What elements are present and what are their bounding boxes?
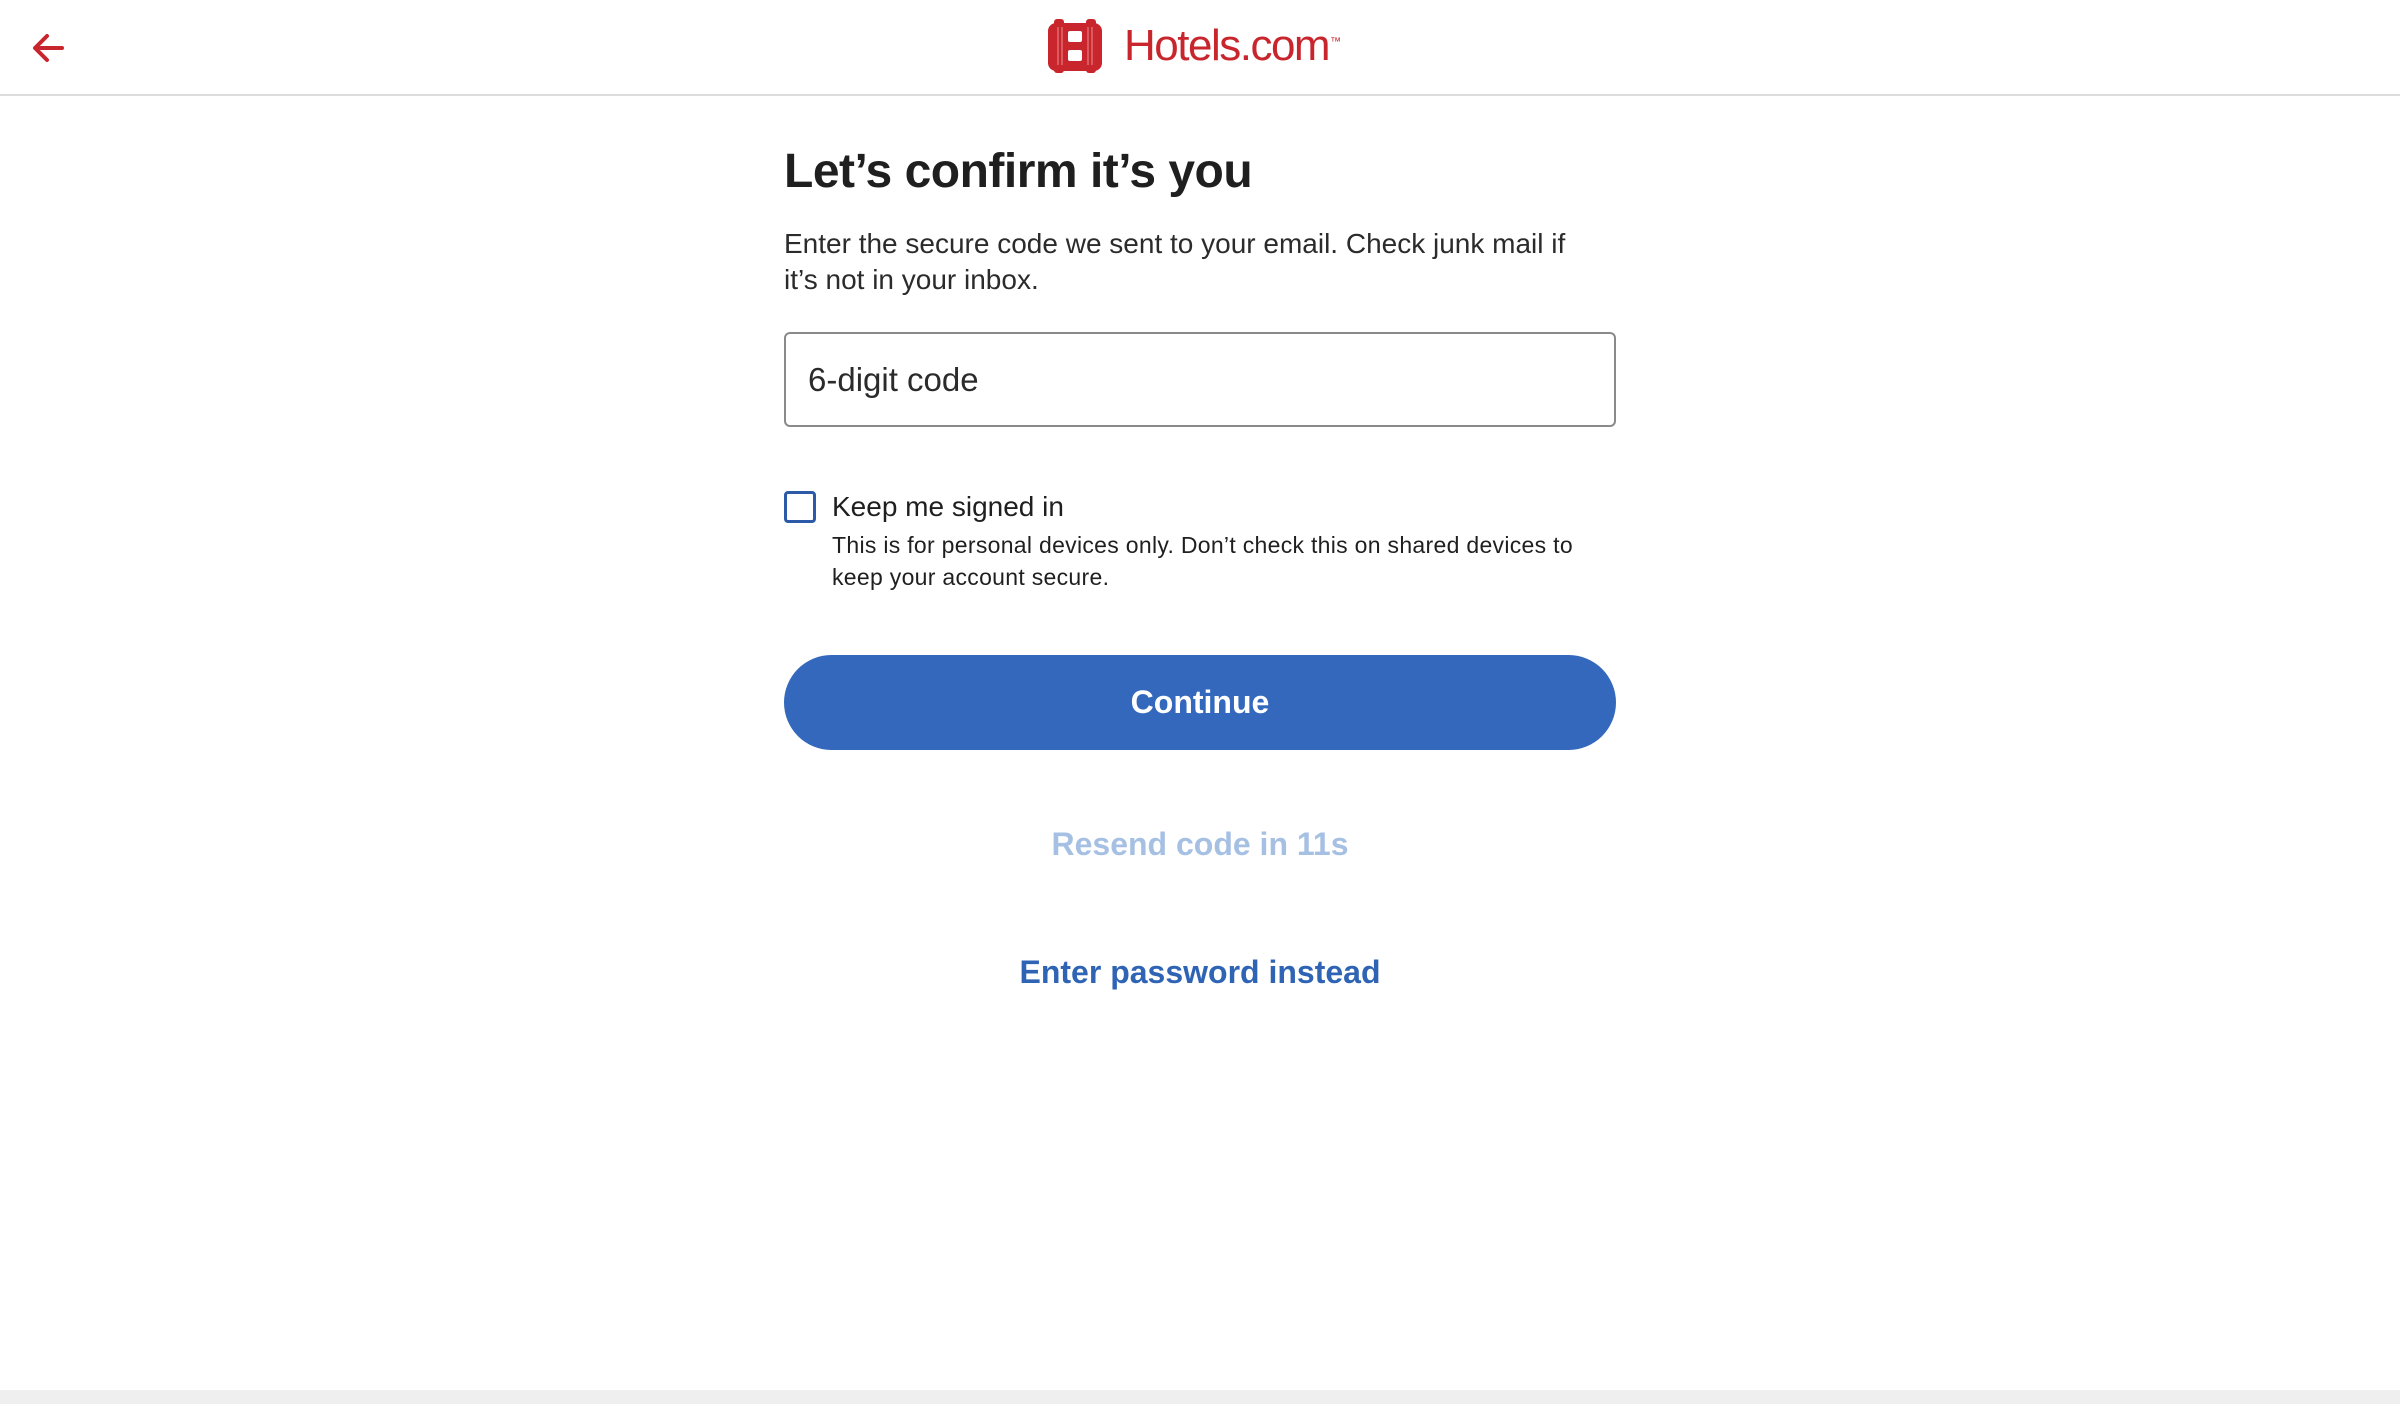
top-bar: Hotels.com ™ <box>0 0 2400 96</box>
hotels-h-logo-icon <box>1048 19 1102 73</box>
page-title: Let’s confirm it’s you <box>784 145 1253 198</box>
keep-signed-in-row: Keep me signed in This is for personal d… <box>784 491 1616 593</box>
continue-button[interactable]: Continue <box>784 655 1616 750</box>
back-button[interactable] <box>22 22 74 74</box>
page: Hotels.com ™ Let’s confirm it’s you Enter… <box>0 0 2400 1404</box>
keep-signed-in-text: Keep me signed in This is for personal d… <box>832 491 1612 593</box>
instructions-text: Enter the secure code we sent to your em… <box>784 228 1566 295</box>
code-input[interactable] <box>786 334 1614 425</box>
confirm-identity-form: Let’s confirm it’s you Enter the secure … <box>784 140 1616 992</box>
logo-wordmark: Hotels.com <box>1124 21 1331 70</box>
logo-trademark: ™ <box>1330 36 1342 48</box>
resend-code-link: Resend code in 11s <box>1051 826 1349 862</box>
bottom-divider <box>0 1390 2400 1404</box>
keep-signed-in-checkbox[interactable] <box>784 491 816 523</box>
keep-signed-in-help: This is for personal devices only. Don’t… <box>832 532 1573 590</box>
code-field-container <box>784 332 1616 427</box>
keep-signed-in-label[interactable]: Keep me signed in <box>832 489 1612 525</box>
arrow-left-icon <box>33 34 64 62</box>
enter-password-link[interactable]: Enter password instead <box>784 952 1616 992</box>
hotels-logo[interactable]: Hotels.com ™ <box>1046 16 1341 76</box>
